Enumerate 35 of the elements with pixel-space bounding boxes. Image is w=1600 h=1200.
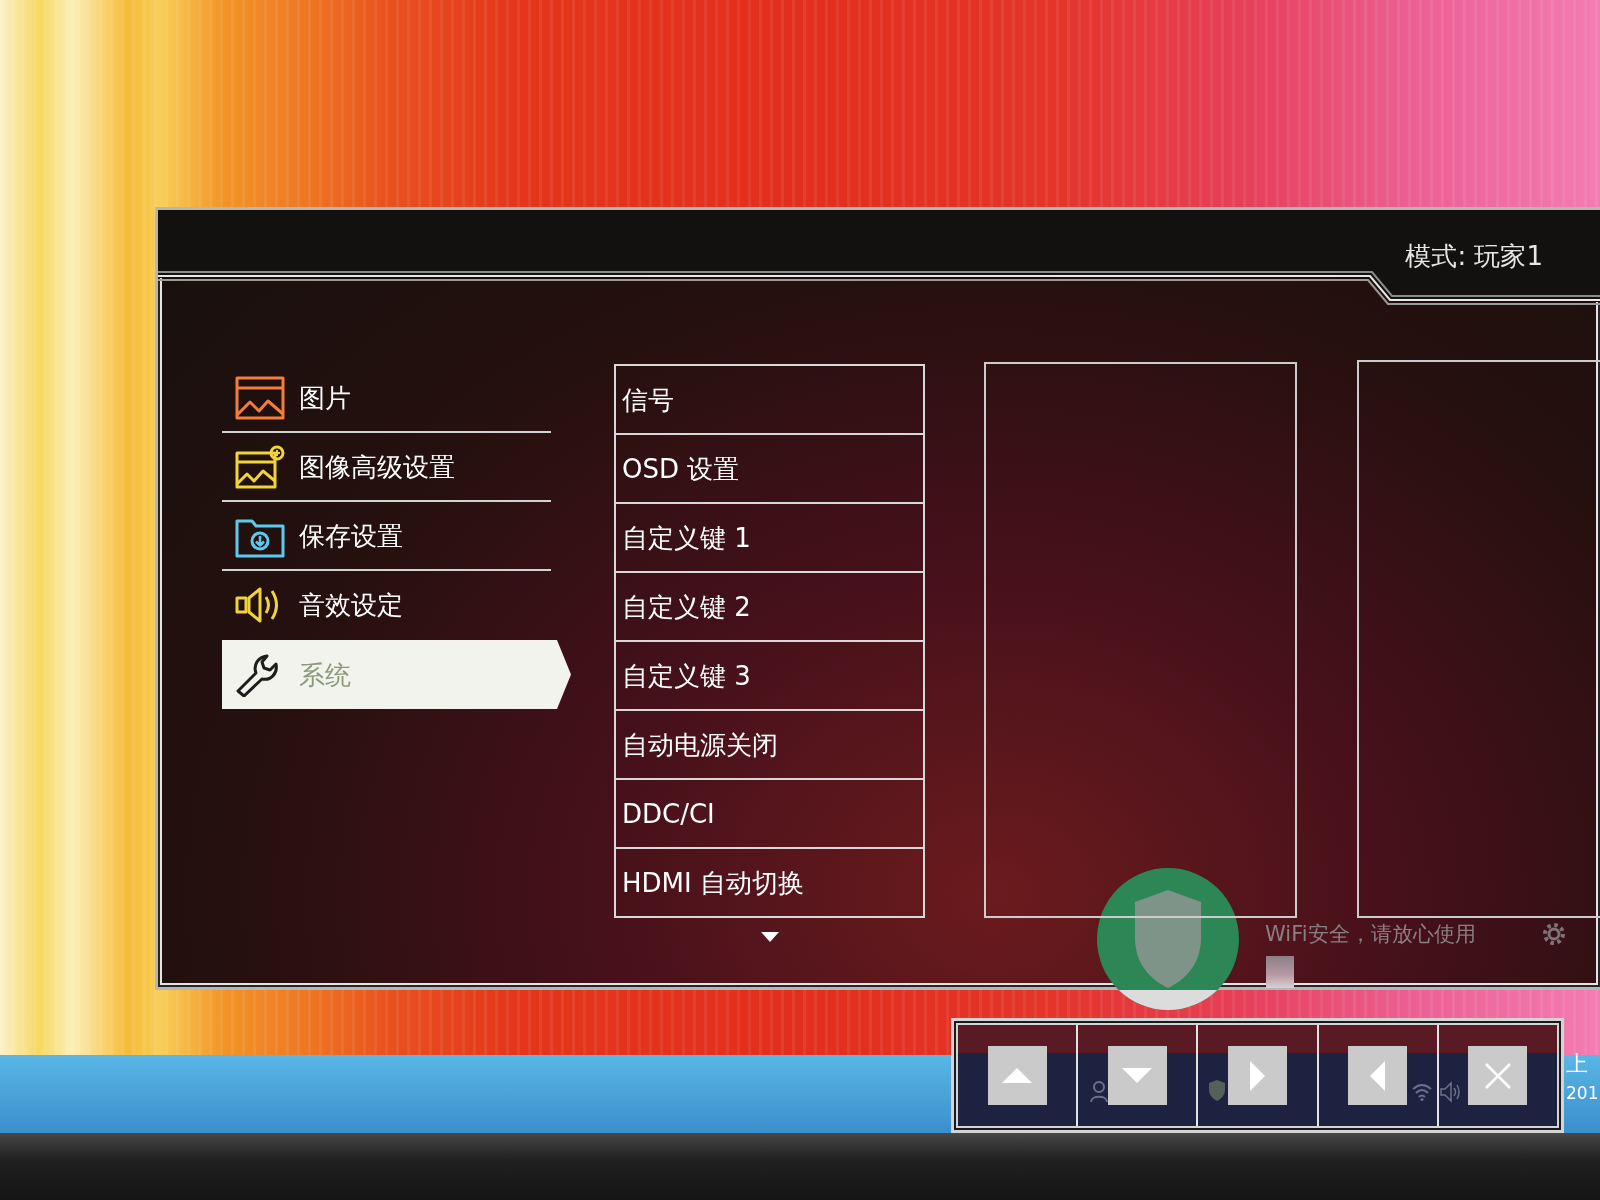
close-icon bbox=[1484, 1062, 1511, 1089]
clock-text: 上 bbox=[1566, 1053, 1588, 1075]
right-button[interactable] bbox=[1228, 1046, 1287, 1105]
mode-label: 模式: 玩家1 bbox=[1405, 243, 1543, 269]
submenu-item[interactable]: DDC/CI bbox=[616, 780, 923, 849]
up-button[interactable] bbox=[987, 1046, 1047, 1105]
shield-badge-icon bbox=[1097, 868, 1239, 1010]
menu-item[interactable]: 图片 bbox=[222, 364, 551, 433]
left-arrow-icon bbox=[1370, 1060, 1386, 1091]
wifi-icon[interactable] bbox=[1412, 1083, 1432, 1101]
speaker-icon[interactable] bbox=[1440, 1081, 1460, 1103]
picture-icon bbox=[235, 375, 285, 420]
shield-icon[interactable] bbox=[1208, 1079, 1226, 1101]
submenu-item[interactable]: HDMI 自动切换 bbox=[616, 849, 923, 916]
picture-plus-icon bbox=[235, 444, 285, 489]
submenu-item[interactable]: OSD 设置 bbox=[616, 435, 923, 504]
settings-icon[interactable] bbox=[1543, 923, 1565, 945]
submenu-item[interactable]: 自定义键 2 bbox=[616, 573, 923, 642]
menu-item[interactable]: 音效设定 bbox=[222, 571, 551, 640]
submenu-item[interactable]: 自定义键 3 bbox=[616, 642, 923, 711]
close-button[interactable] bbox=[1468, 1046, 1528, 1105]
person-icon[interactable] bbox=[1090, 1081, 1108, 1103]
menu-item[interactable]: 图像高级设置 bbox=[222, 433, 551, 502]
submenu-item[interactable]: 信号 bbox=[616, 366, 923, 435]
right-arrow-icon bbox=[1250, 1060, 1265, 1091]
up-arrow-icon bbox=[1002, 1068, 1033, 1083]
left-button[interactable] bbox=[1348, 1046, 1408, 1105]
clock-text: 201 bbox=[1566, 1085, 1599, 1102]
notification-text: WiFi安全，请放心使用 bbox=[1265, 924, 1476, 945]
down-button[interactable] bbox=[1107, 1046, 1167, 1105]
submenu-item[interactable]: 自动电源关闭 bbox=[616, 711, 923, 780]
thumbnail-placeholder bbox=[1266, 956, 1294, 988]
submenu-item[interactable]: 自定义键 1 bbox=[616, 504, 923, 573]
menu-item[interactable]: 保存设置 bbox=[222, 502, 551, 571]
down-arrow-icon bbox=[1122, 1068, 1153, 1083]
